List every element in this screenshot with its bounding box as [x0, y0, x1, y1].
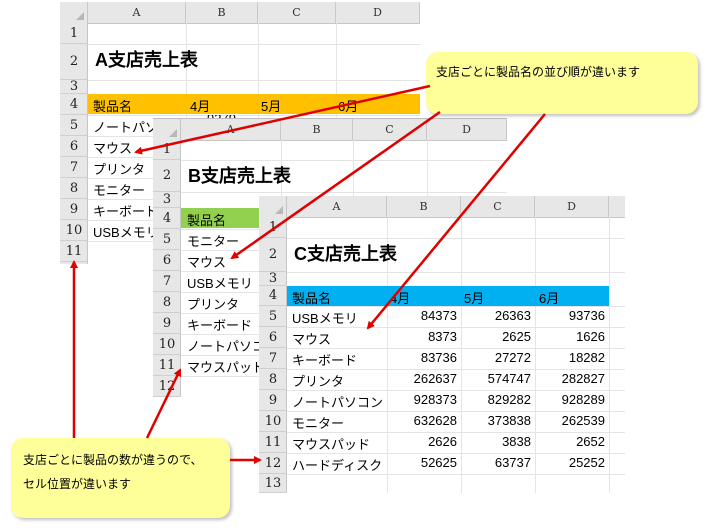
arrow-to-sheet-a-mouse [134, 84, 431, 155]
arrow-to-sheet-c-usb [366, 113, 546, 330]
arrow-to-sheet-b-mouse [230, 110, 441, 260]
annotation-arrows [70, 84, 546, 464]
arrow-to-sheet-b-row12 [145, 368, 182, 439]
